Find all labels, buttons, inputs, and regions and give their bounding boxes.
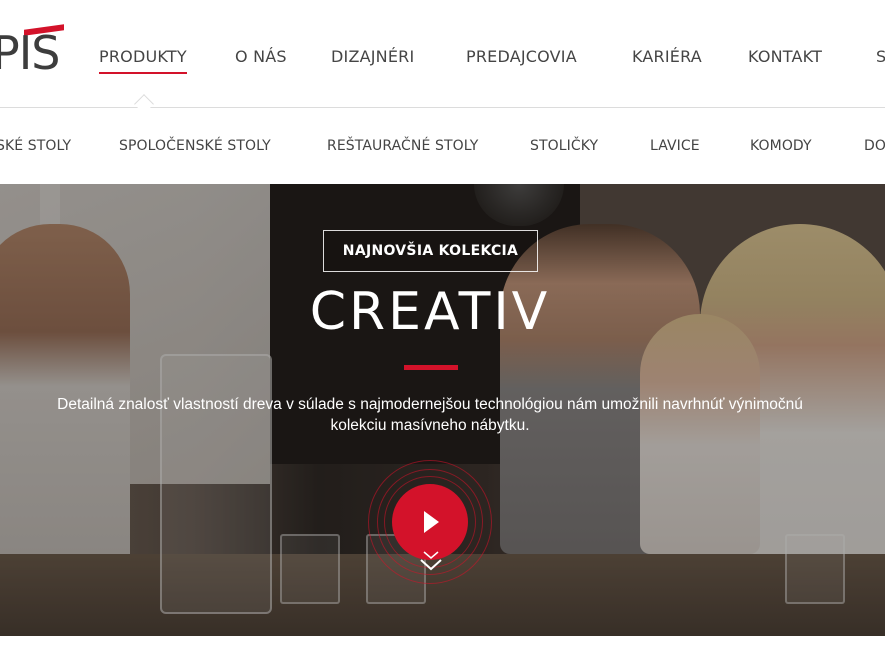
hero-description: Detailná znalosť vlastností dreva v súla… — [57, 396, 803, 434]
nav-item-kariera[interactable]: KARIÉRA — [632, 47, 702, 66]
subnav-item-komody[interactable]: KOMODY — [750, 138, 812, 154]
subnav-item-truncated[interactable]: DO — [864, 138, 885, 154]
subnav-item-lavice[interactable]: LAVICE — [650, 138, 700, 154]
hero-title: CREATIV — [309, 282, 551, 342]
subnav-item-stoly-truncated[interactable]: SKÉ STOLY — [0, 138, 71, 154]
nav-item-kontakt[interactable]: KONTAKT — [748, 47, 822, 66]
page-bottom — [0, 636, 885, 650]
hero-banner: NAJNOVŠIA KOLEKCIA CREATIV Detailná znal… — [0, 184, 885, 636]
nav-item-produkty[interactable]: PRODUKTY — [99, 47, 187, 74]
hero-title-underline — [404, 365, 458, 370]
top-navbar: PIS PRODUKTY O NÁS DIZAJNÉRI PREDAJCOVIA… — [0, 0, 885, 114]
nav-item-predajcovia[interactable]: PREDAJCOVIA — [466, 47, 577, 66]
main-nav: PRODUKTY O NÁS DIZAJNÉRI PREDAJCOVIA KAR… — [0, 47, 885, 74]
collection-badge: NAJNOVŠIA KOLEKCIA — [323, 230, 538, 272]
subnav-item-spolocenske-stoly[interactable]: SPOLOČENSKÉ STOLY — [119, 138, 271, 154]
chevron-down-icon[interactable] — [416, 548, 446, 578]
nav-item-truncated[interactable]: S — [876, 47, 885, 66]
subnav-item-restauracne-stoly[interactable]: REŠTAURAČNÉ STOLY — [327, 138, 478, 154]
nav-item-o-nas[interactable]: O NÁS — [235, 47, 287, 66]
subnav-item-stolicky[interactable]: STOLIČKY — [530, 138, 598, 154]
nav-item-dizajneri[interactable]: DIZAJNÉRI — [331, 47, 414, 66]
product-subnav: SKÉ STOLY SPOLOČENSKÉ STOLY REŠTAURAČNÉ … — [0, 108, 885, 184]
